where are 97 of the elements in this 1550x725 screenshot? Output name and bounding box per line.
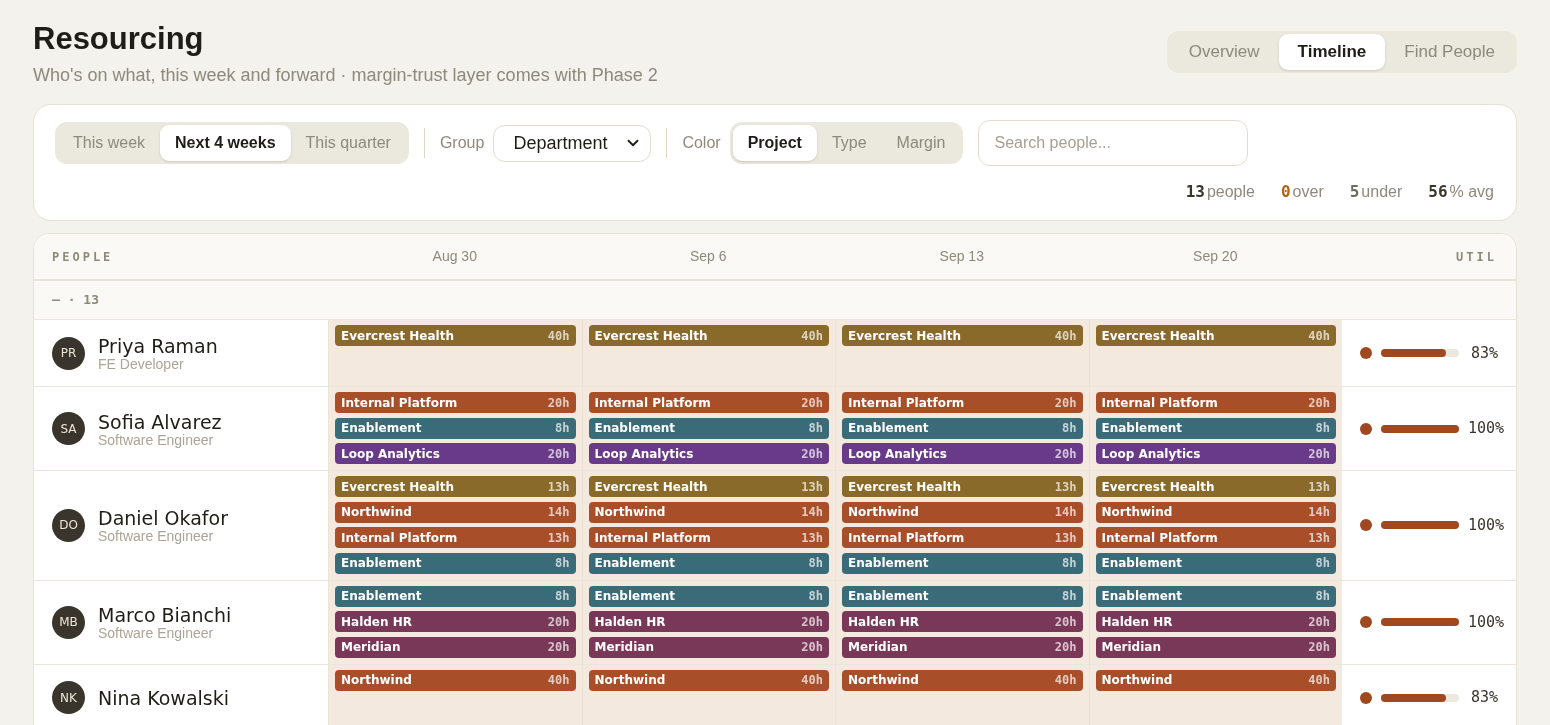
util-percent: 83% xyxy=(1470,687,1498,709)
stat-value: 56 xyxy=(1428,181,1448,203)
segment-tab[interactable]: Timeline xyxy=(1278,34,1386,70)
group-dropdown[interactable]: Department xyxy=(493,124,652,162)
allocation-bar[interactable]: Internal Platform 20h xyxy=(588,392,829,413)
allocation-bar[interactable]: Loop Analytics 20h xyxy=(1095,443,1336,464)
allocation-bar[interactable]: Evercrest Health 40h xyxy=(1095,325,1336,346)
allocation-bar[interactable]: Northwind 40h xyxy=(1095,669,1336,691)
allocation-bar[interactable]: Meridian 20h xyxy=(842,636,1083,658)
stat-value: 5 xyxy=(1349,181,1360,203)
allocation-bar[interactable]: Enablement 8h xyxy=(842,585,1083,607)
allocation-bar[interactable]: Halden HR 20h xyxy=(335,611,576,632)
person-name: Priya Raman xyxy=(98,335,218,357)
allocation-bar[interactable]: Enablement 8h xyxy=(588,552,829,574)
group-label: Group xyxy=(439,133,485,153)
allocation-bar[interactable]: Halden HR 20h xyxy=(588,611,829,632)
allocation-bar[interactable]: Northwind 40h xyxy=(842,669,1083,691)
avatar: PR xyxy=(52,336,85,370)
util-percent: 83% xyxy=(1470,342,1498,364)
stat-value: 0 xyxy=(1280,181,1291,203)
avatar: MB xyxy=(52,605,85,639)
person-role: Software Engineer xyxy=(98,626,215,640)
allocation-bar[interactable]: Halden HR 20h xyxy=(842,611,1083,632)
allocation-bar[interactable]: Northwind 14h xyxy=(842,501,1083,523)
stat-unit: over xyxy=(1292,182,1324,202)
person-role: Software Engineer xyxy=(98,432,215,447)
segment-tab[interactable]: Type xyxy=(816,125,882,161)
segment-tab[interactable]: Next 4 weeks xyxy=(160,125,291,161)
allocation-bar[interactable]: Internal Platform 20h xyxy=(335,392,576,413)
allocation-bar[interactable]: Enablement 8h xyxy=(335,417,576,439)
person-role: Software Engineer xyxy=(98,529,215,544)
segment-tab[interactable]: This week xyxy=(58,125,161,161)
allocation-bar[interactable]: Enablement 8h xyxy=(588,417,829,439)
color-label: Color xyxy=(682,133,721,153)
allocation-bar[interactable]: Enablement 8h xyxy=(335,585,576,607)
allocation-bar[interactable]: Evercrest Health 13h xyxy=(1095,476,1336,497)
column-heading: PEOPLE xyxy=(51,248,115,266)
allocation-bar[interactable]: Internal Platform 13h xyxy=(335,527,576,548)
week-heading: Aug 30 xyxy=(431,247,478,266)
column-heading: UTIL xyxy=(1455,248,1498,266)
week-heading: Sep 6 xyxy=(688,247,728,266)
allocation-bar[interactable]: Northwind 14h xyxy=(1095,501,1336,523)
person-name: Daniel Okafor xyxy=(98,507,228,530)
allocation-bar[interactable]: Northwind 40h xyxy=(335,669,576,691)
segment-tab[interactable]: This quarter xyxy=(290,125,406,161)
stat-value: 13 xyxy=(1185,181,1205,203)
stat-unit: % avg xyxy=(1449,182,1494,202)
allocation-bar[interactable]: Internal Platform 13h xyxy=(842,527,1083,548)
allocation-bar[interactable]: Evercrest Health 13h xyxy=(588,476,829,497)
util-percent: 100% xyxy=(1468,515,1505,536)
segment-tab[interactable]: Project xyxy=(732,125,817,161)
page-subtitle: Who's on what, this week and forward · margin-trust layer comes with Phase 2 xyxy=(33,64,658,87)
person-name: Sofia Alvarez xyxy=(98,410,222,433)
week-heading: Sep 13 xyxy=(938,247,985,266)
allocation-bar[interactable]: Enablement 8h xyxy=(1095,552,1336,574)
allocation-bar[interactable]: Internal Platform 20h xyxy=(1095,392,1336,413)
allocation-bar[interactable]: Loop Analytics 20h xyxy=(588,443,829,464)
allocation-bar[interactable]: Northwind 14h xyxy=(588,501,829,523)
segment-tab[interactable]: Margin xyxy=(881,125,961,161)
group-row-label: — · 13 xyxy=(52,291,99,310)
person-name: Marco Bianchi xyxy=(98,604,232,626)
allocation-bar[interactable]: Enablement 8h xyxy=(842,417,1083,439)
allocation-bar[interactable]: Enablement 8h xyxy=(1095,585,1336,607)
allocation-bar[interactable]: Enablement 8h xyxy=(1095,417,1336,439)
allocation-bar[interactable]: Enablement 8h xyxy=(335,552,576,574)
stat-unit: under xyxy=(1361,182,1403,202)
allocation-bar[interactable]: Evercrest Health 40h xyxy=(335,325,576,346)
allocation-bar[interactable]: Evercrest Health 40h xyxy=(588,325,829,346)
allocation-bar[interactable]: Enablement 8h xyxy=(588,585,829,607)
allocation-bar[interactable]: Meridian 20h xyxy=(588,636,829,658)
person-name: Nina Kowalski xyxy=(98,686,229,709)
person-role: FE Developer xyxy=(98,357,185,371)
allocation-bar[interactable]: Internal Platform 13h xyxy=(588,527,829,548)
util-percent: 100% xyxy=(1468,418,1505,440)
search-field[interactable]: Search people... xyxy=(978,120,1249,166)
util-percent: 100% xyxy=(1468,611,1505,633)
allocation-bar[interactable]: Internal Platform 13h xyxy=(1095,527,1336,548)
allocation-bar[interactable]: Northwind 40h xyxy=(588,669,829,691)
allocation-bar[interactable]: Evercrest Health 13h xyxy=(842,476,1083,497)
allocation-bar[interactable]: Internal Platform 20h xyxy=(842,392,1083,413)
allocation-bar[interactable]: Evercrest Health 13h xyxy=(335,476,576,497)
segment-tab[interactable]: Overview xyxy=(1169,34,1279,70)
avatar: NK xyxy=(52,681,85,714)
allocation-bar[interactable]: Loop Analytics 20h xyxy=(842,443,1083,464)
allocation-bar[interactable]: Loop Analytics 20h xyxy=(335,443,576,464)
page-title: Resourcing xyxy=(33,20,205,58)
week-heading: Sep 20 xyxy=(1192,247,1239,266)
segment-tab[interactable]: Find People xyxy=(1385,34,1514,70)
allocation-bar[interactable]: Meridian 20h xyxy=(1095,636,1336,658)
avatar: DO xyxy=(52,508,85,542)
avatar: SA xyxy=(52,412,85,445)
allocation-bar[interactable]: Northwind 14h xyxy=(335,501,576,523)
allocation-bar[interactable]: Enablement 8h xyxy=(842,552,1083,574)
allocation-bar[interactable]: Meridian 20h xyxy=(335,636,576,658)
allocation-bar[interactable]: Halden HR 20h xyxy=(1095,611,1336,632)
allocation-bar[interactable]: Evercrest Health 40h xyxy=(842,325,1083,346)
stat-unit: people xyxy=(1206,182,1255,202)
